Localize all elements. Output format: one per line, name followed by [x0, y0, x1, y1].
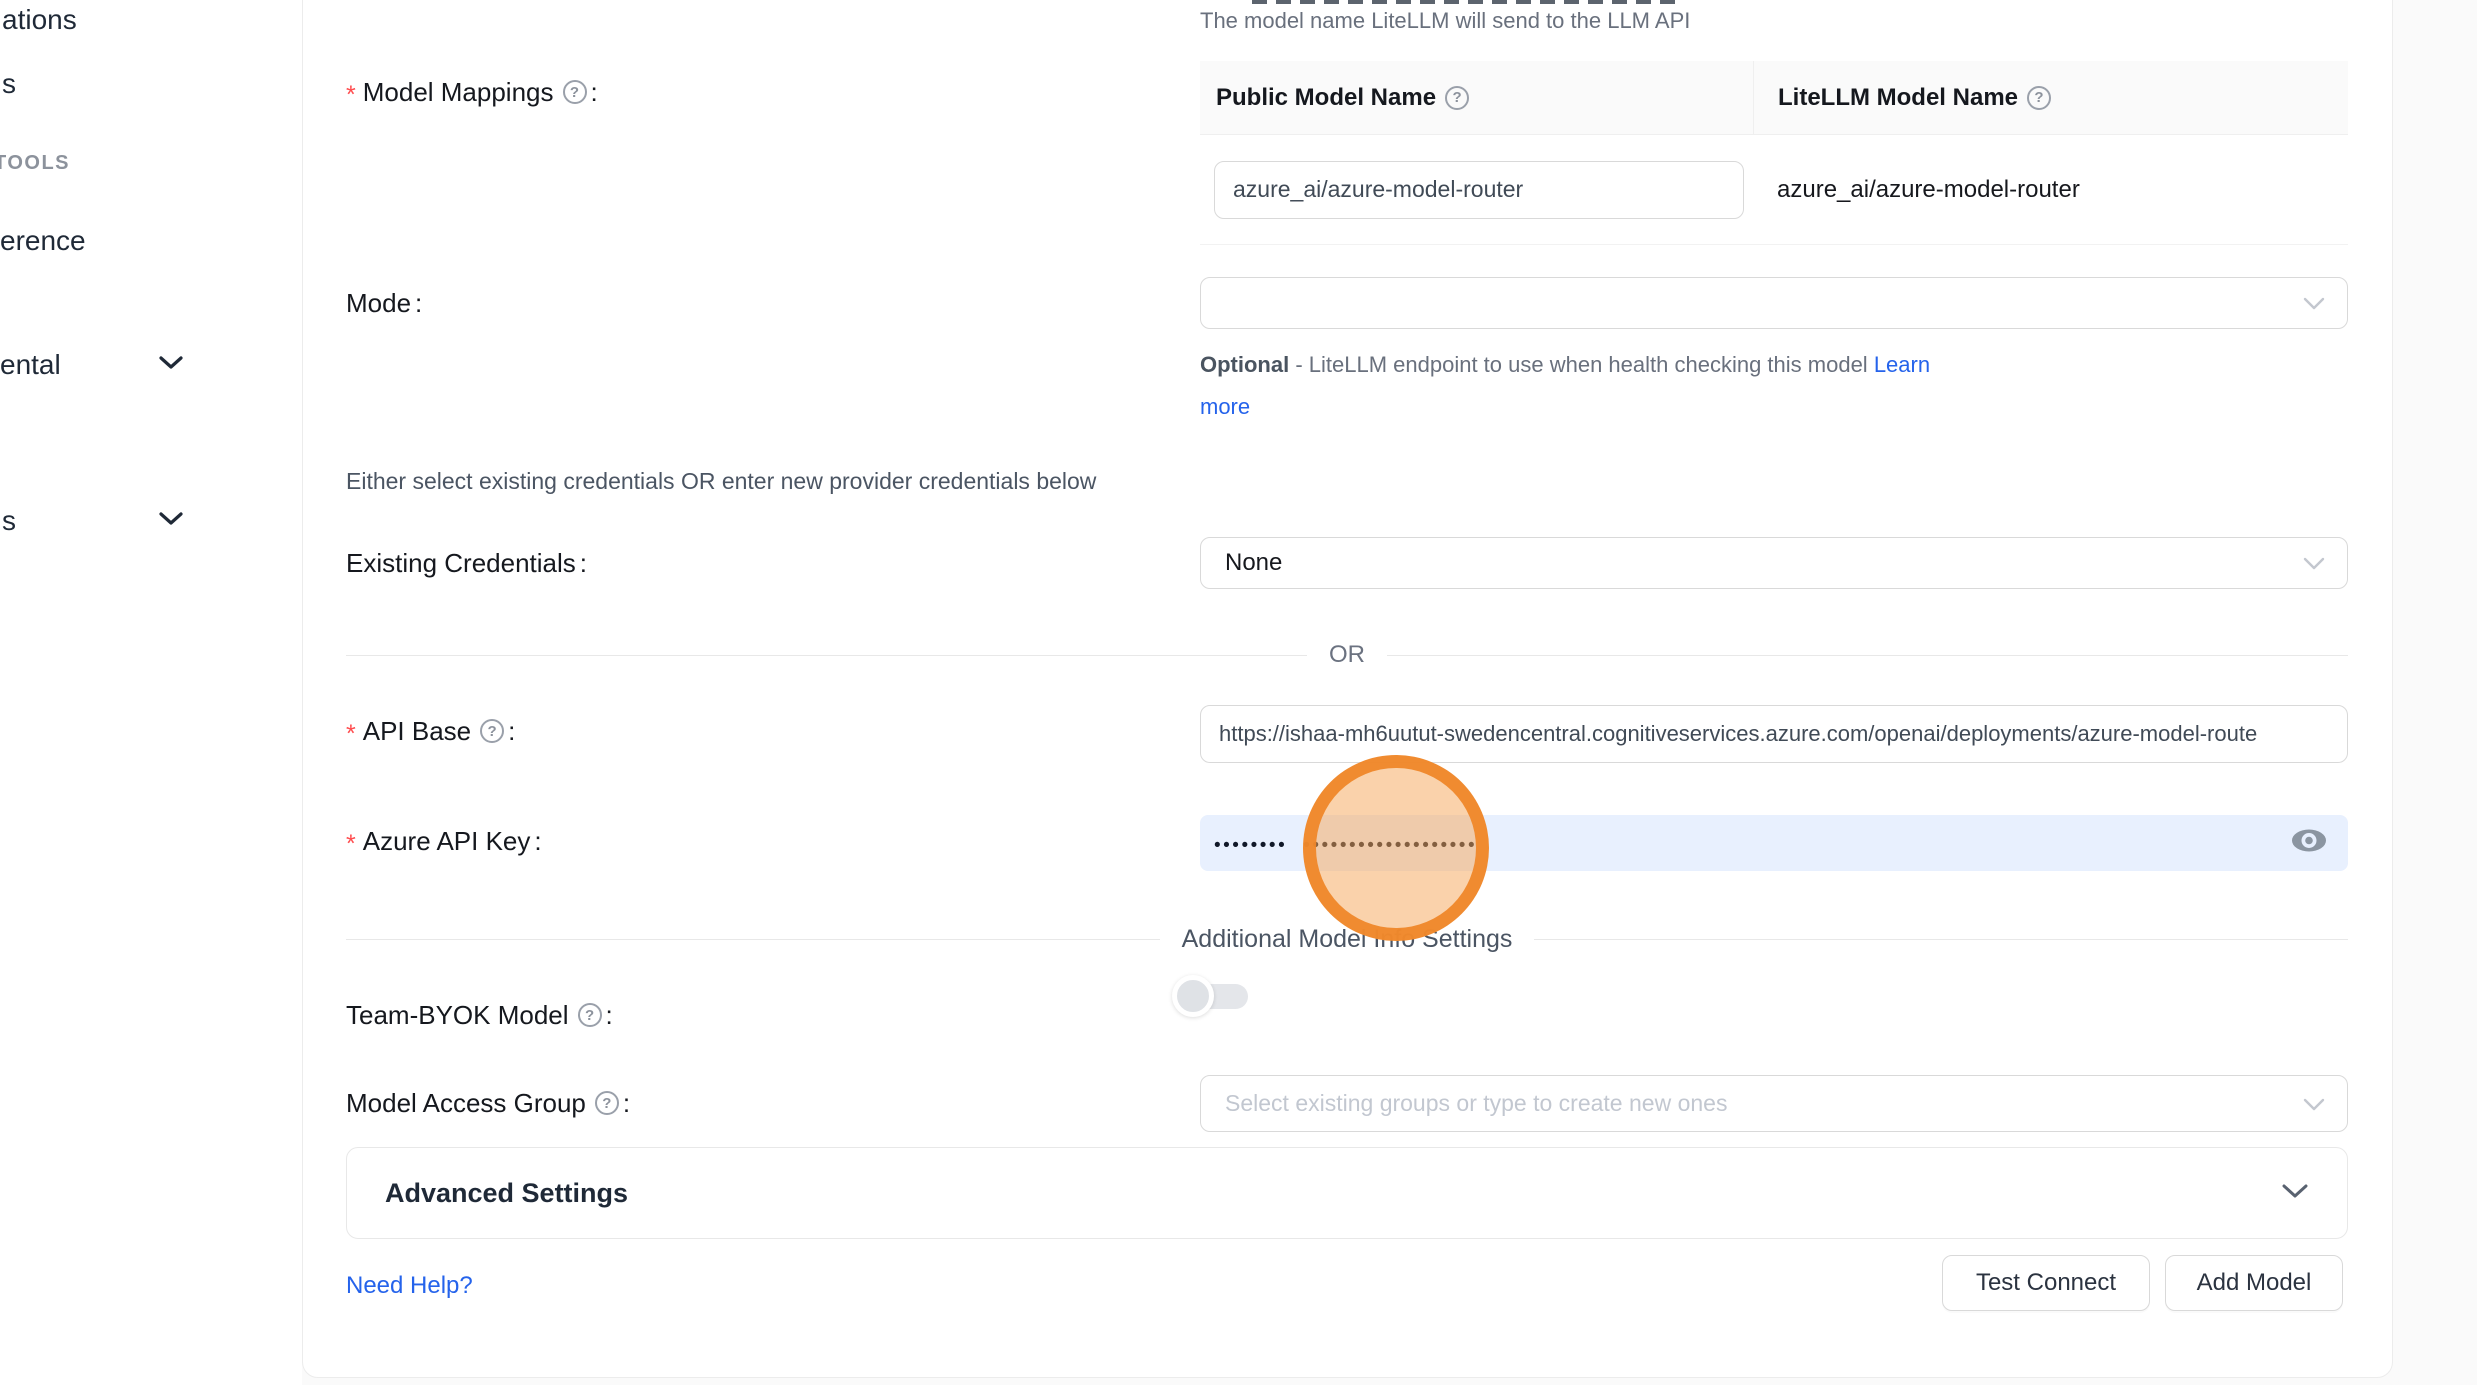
label-colon: : — [591, 77, 598, 108]
mode-helper-text: Optional - LiteLLM endpoint to use when … — [1200, 350, 1930, 380]
learn-more-link[interactable]: more — [1200, 392, 1250, 422]
existing-credentials-select[interactable]: None — [1200, 537, 2348, 589]
help-circle-icon[interactable]: ? — [563, 80, 587, 104]
public-model-name-header: Public Model Name ? — [1200, 61, 1753, 134]
model-mappings-label: * Model Mappings ? : — [346, 70, 598, 114]
divider-line — [1387, 655, 2348, 656]
mode-select[interactable] — [1200, 277, 2348, 329]
divider-line — [1534, 939, 2348, 940]
toggle-knob — [1172, 975, 1214, 1017]
need-help-link[interactable]: Need Help? — [346, 1272, 473, 1300]
clipped-content-above — [1252, 0, 1682, 4]
label-colon: : — [534, 826, 541, 857]
advanced-settings-title: Advanced Settings — [385, 1178, 628, 1209]
eye-icon[interactable] — [2290, 828, 2328, 859]
model-name-hint: The model name LiteLLM will send to the … — [1200, 8, 1690, 34]
existing-credentials-value: None — [1225, 549, 1282, 577]
test-connect-button[interactable]: Test Connect — [1942, 1255, 2150, 1311]
divider-line — [346, 655, 1307, 656]
model-access-group-select[interactable]: Select existing groups or type to create… — [1200, 1075, 2348, 1132]
litellm-model-name-value: azure_ai/azure-model-router — [1753, 176, 2348, 204]
credentials-hint: Either select existing credentials OR en… — [346, 468, 1096, 495]
chevron-down-icon — [2303, 1090, 2325, 1118]
or-divider-text: OR — [1329, 641, 1365, 669]
api-base-label: * API Base ? : — [346, 709, 515, 753]
masked-password-dots: ••••••••••••••••••• — [1303, 832, 1477, 855]
or-divider: OR — [346, 640, 2348, 670]
help-circle-icon[interactable]: ? — [595, 1091, 619, 1115]
chevron-down-icon — [2303, 289, 2325, 317]
masked-password-dots: •••••••• — [1214, 832, 1287, 855]
mode-label: Mode : — [346, 281, 422, 325]
model-mappings-table: Public Model Name ? LiteLLM Model Name ?… — [1200, 61, 2348, 245]
model-access-group-placeholder: Select existing groups or type to create… — [1225, 1090, 1727, 1117]
azure-api-key-label: * Azure API Key : — [346, 819, 542, 863]
public-model-name-input[interactable] — [1214, 161, 1744, 219]
additional-settings-divider: Additional Model Info Settings — [346, 923, 2348, 955]
label-colon: : — [508, 716, 515, 747]
learn-more-link[interactable]: Learn — [1874, 352, 1930, 377]
label-colon: : — [606, 1000, 613, 1031]
advanced-settings-panel[interactable]: Advanced Settings — [346, 1147, 2348, 1239]
required-asterisk: * — [346, 75, 356, 110]
table-row: azure_ai/azure-model-router — [1200, 135, 2348, 245]
team-byok-toggle[interactable] — [1172, 974, 1252, 1020]
help-circle-icon[interactable]: ? — [480, 719, 504, 743]
team-byok-label: Team-BYOK Model ? : — [346, 993, 613, 1037]
label-colon: : — [623, 1088, 630, 1119]
azure-api-key-input[interactable]: •••••••• ••••••••••••••••••• — [1200, 815, 2348, 871]
required-asterisk: * — [346, 824, 356, 859]
chevron-down-icon — [2281, 1183, 2309, 1204]
model-access-group-label: Model Access Group ? : — [346, 1081, 630, 1125]
table-header-row: Public Model Name ? LiteLLM Model Name ? — [1200, 61, 2348, 135]
required-asterisk: * — [346, 714, 356, 749]
additional-settings-divider-text: Additional Model Info Settings — [1182, 925, 1513, 954]
help-circle-icon[interactable]: ? — [578, 1003, 602, 1027]
add-model-button[interactable]: Add Model — [2165, 1255, 2343, 1311]
public-model-name-cell — [1200, 161, 1753, 219]
help-circle-icon[interactable]: ? — [1445, 86, 1469, 110]
label-colon: : — [415, 288, 422, 319]
litellm-model-name-header: LiteLLM Model Name ? — [1753, 61, 2348, 134]
label-colon: : — [580, 548, 587, 579]
chevron-down-icon — [2303, 549, 2325, 577]
existing-credentials-label: Existing Credentials : — [346, 541, 587, 585]
add-model-page: ations s TOOLS erence ental s The model … — [0, 0, 2477, 1385]
help-circle-icon[interactable]: ? — [2027, 86, 2051, 110]
divider-line — [346, 939, 1160, 940]
api-base-input[interactable] — [1200, 705, 2348, 763]
